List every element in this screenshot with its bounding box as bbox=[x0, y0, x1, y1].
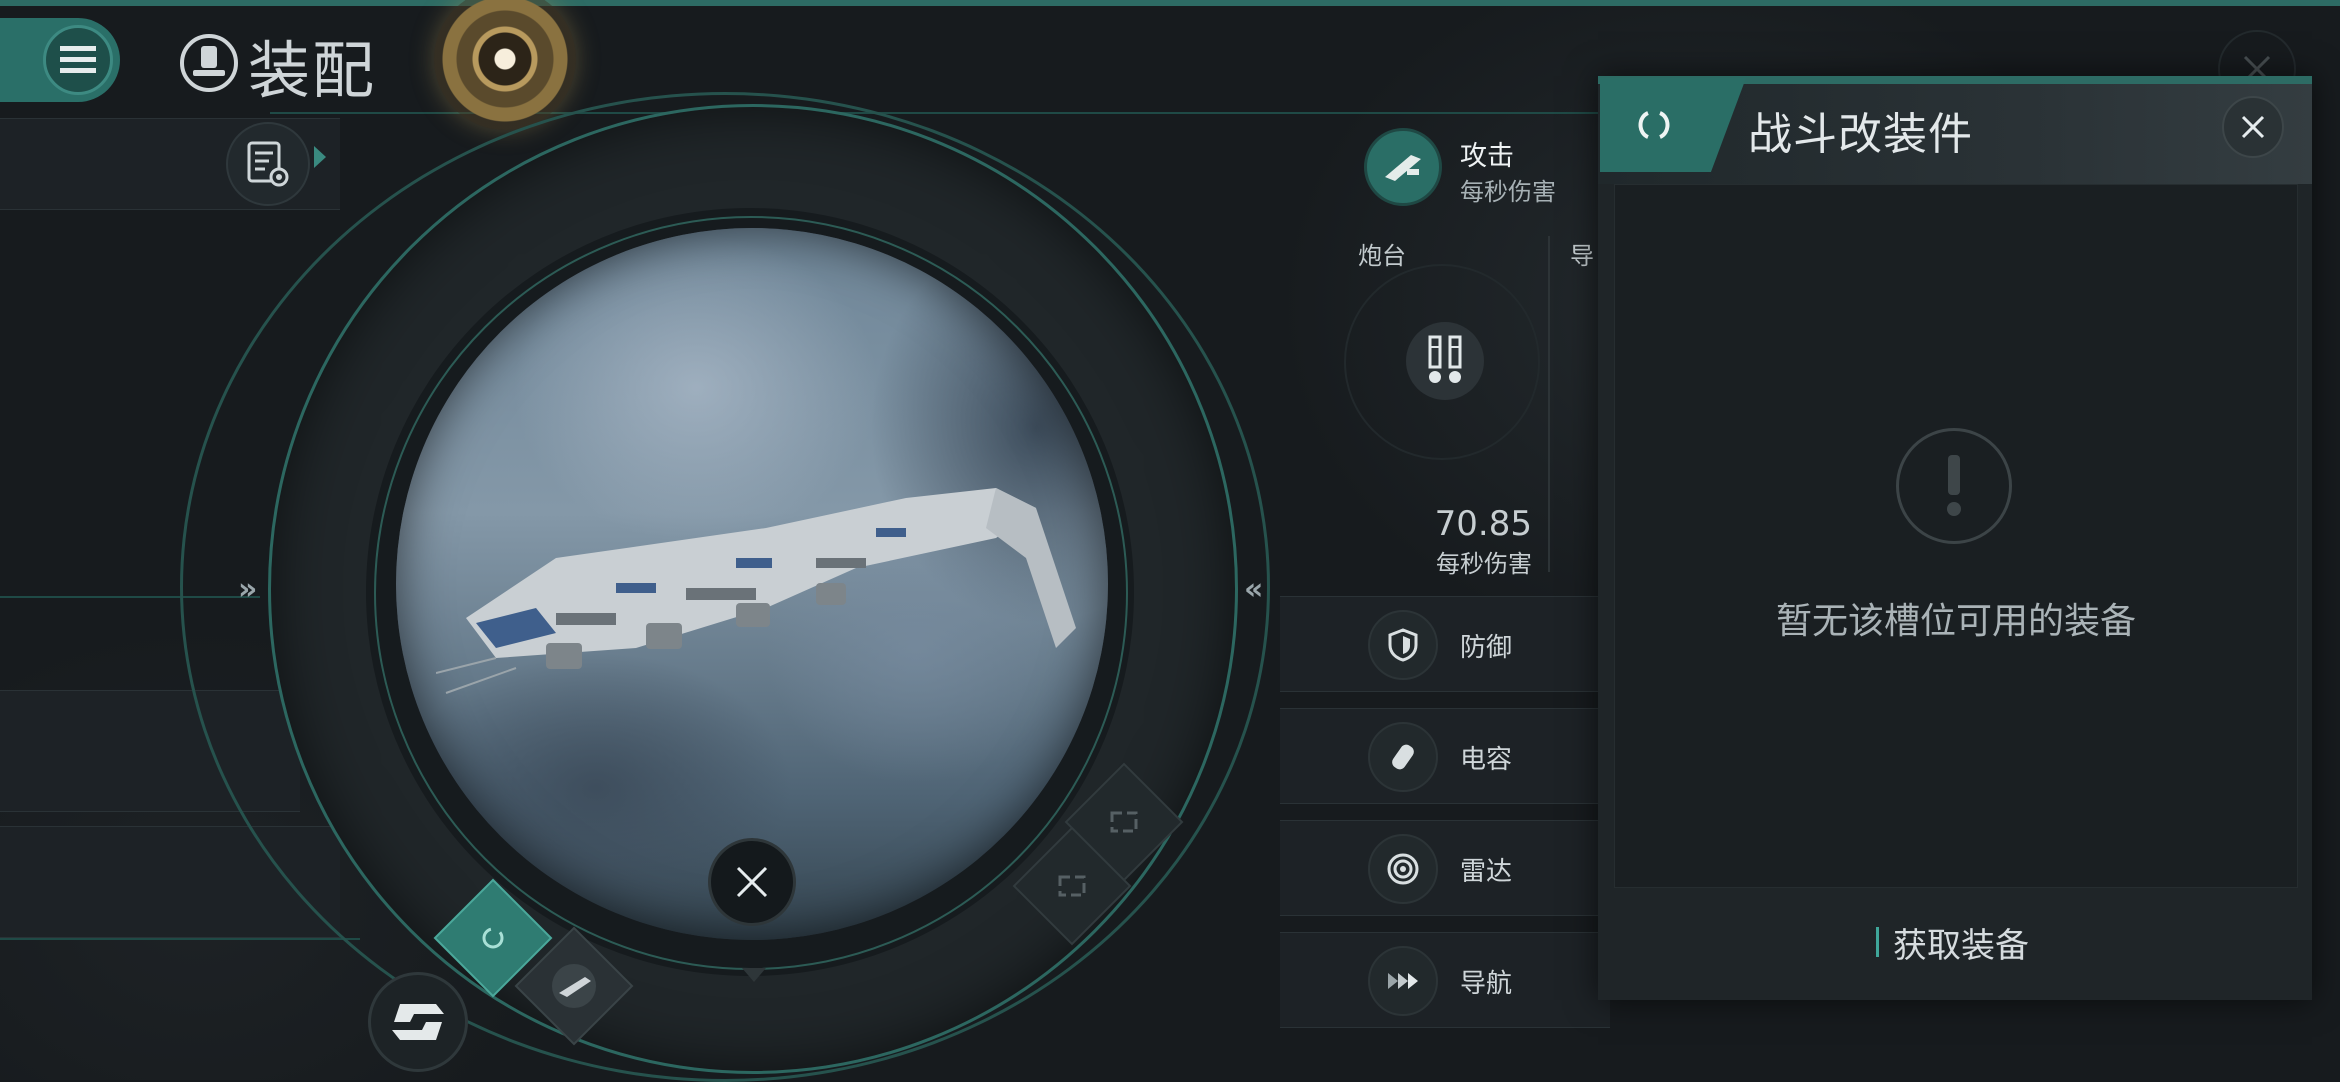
stat-row-defense[interactable]: 防御 bbox=[1340, 602, 1600, 688]
next-chevron[interactable]: « bbox=[1244, 572, 1263, 607]
turret-dps-value: 70.85 bbox=[1434, 504, 1532, 544]
acquire-accent-bar bbox=[1876, 927, 1879, 957]
attack-icon bbox=[1364, 128, 1442, 206]
expand-arrow-icon[interactable] bbox=[314, 146, 326, 168]
acquire-equipment-button[interactable]: 获取装备 bbox=[1876, 910, 2029, 974]
radar-icon bbox=[1368, 834, 1438, 904]
page-title: 装配 bbox=[248, 34, 377, 107]
swap-icon bbox=[392, 1004, 444, 1040]
navigation-label: 导航 bbox=[1460, 968, 1513, 999]
radar-label: 雷达 bbox=[1460, 856, 1513, 887]
close-icon bbox=[736, 866, 768, 898]
exclamation-icon bbox=[1896, 428, 2012, 544]
fit-settings-button[interactable] bbox=[226, 122, 310, 206]
capacitor-label: 电容 bbox=[1460, 744, 1513, 775]
acquire-label: 获取装备 bbox=[1893, 925, 2029, 966]
shield-icon bbox=[1368, 610, 1438, 680]
stat-row-capacitor[interactable]: 电容 bbox=[1340, 714, 1600, 800]
stat-row-radar[interactable]: 雷达 bbox=[1340, 826, 1600, 912]
document-gear-icon bbox=[247, 141, 289, 187]
turret-dps-unit: 每秒伤害 bbox=[1436, 550, 1532, 578]
capacitor-icon bbox=[1368, 722, 1438, 792]
missile-label: 导 bbox=[1570, 242, 1594, 270]
ship-model bbox=[436, 488, 1076, 694]
slot-frame-icon bbox=[1057, 874, 1087, 898]
rig-icon bbox=[1638, 111, 1670, 139]
popup-close-button[interactable] bbox=[2222, 96, 2284, 158]
turret-label: 炮台 bbox=[1358, 242, 1406, 270]
defense-label: 防御 bbox=[1460, 632, 1513, 663]
swap-button[interactable] bbox=[368, 972, 468, 1072]
previous-chevron[interactable]: » bbox=[238, 572, 257, 607]
attack-subtitle: 每秒伤害 bbox=[1460, 178, 1556, 206]
close-view-button[interactable] bbox=[708, 838, 796, 926]
turret-icon[interactable] bbox=[1406, 322, 1484, 400]
slot-frame-icon bbox=[1109, 810, 1139, 834]
pointer-indicator bbox=[742, 968, 766, 982]
navigation-icon bbox=[1368, 946, 1438, 1016]
ship-viewport[interactable] bbox=[396, 228, 1108, 940]
stat-divider bbox=[1548, 236, 1550, 572]
menu-button[interactable] bbox=[0, 18, 120, 102]
popup-title: 战斗改装件 bbox=[1748, 109, 1973, 160]
close-icon bbox=[2241, 115, 2265, 139]
top-accent-line bbox=[0, 0, 2340, 6]
empty-message: 暂无该槽位可用的装备 bbox=[1775, 601, 2136, 642]
stat-row-navigation[interactable]: 导航 bbox=[1340, 938, 1600, 1024]
left-band-line-2 bbox=[0, 938, 360, 940]
hamburger-icon bbox=[43, 25, 113, 95]
attack-title: 攻击 bbox=[1460, 141, 1514, 172]
refresh-icon bbox=[478, 923, 508, 953]
helmet-icon bbox=[178, 32, 240, 94]
ship-thumbnail-icon bbox=[549, 961, 599, 1011]
